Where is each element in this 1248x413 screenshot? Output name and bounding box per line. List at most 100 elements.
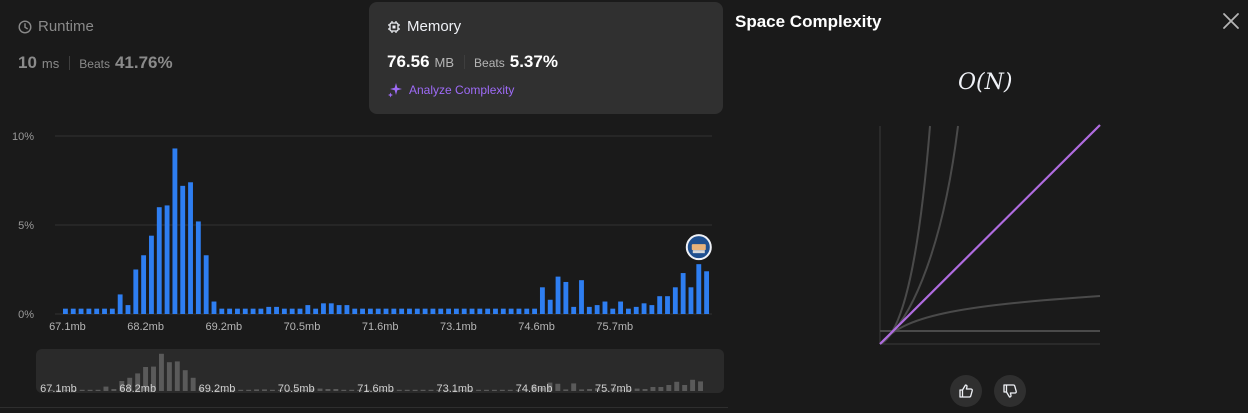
thumbs-up-icon xyxy=(959,384,973,398)
x-tick-label: 69.2mb xyxy=(205,321,242,333)
bar xyxy=(665,296,670,314)
runtime-card[interactable]: Runtime 10 ms Beats 41.76% xyxy=(18,18,173,73)
brush-bar xyxy=(484,389,489,391)
brush-bar xyxy=(682,385,688,391)
chart-svg: 0% 5% 10% 67.1mb 68.2mb 69.2mb 70.5mb 71.6mb 73.… xyxy=(12,131,712,333)
thumbs-down-button[interactable] xyxy=(994,375,1026,407)
divider xyxy=(0,407,728,408)
brush-bar xyxy=(499,389,505,391)
close-button[interactable] xyxy=(1220,10,1242,32)
bar xyxy=(360,308,365,314)
bar xyxy=(594,305,600,314)
brush-bar xyxy=(579,389,585,391)
bar xyxy=(375,308,381,314)
thumbs-down-icon xyxy=(1003,384,1017,398)
bar xyxy=(633,306,639,314)
bar xyxy=(547,299,553,314)
bar xyxy=(211,301,217,314)
bar xyxy=(524,308,530,314)
brush-bar xyxy=(79,389,85,391)
bar xyxy=(63,308,68,314)
exponential-curve xyxy=(879,125,931,345)
brush-bar xyxy=(666,385,672,391)
brush-tick-label: 74.6mb xyxy=(516,383,553,393)
brush-bar xyxy=(341,389,347,391)
bar xyxy=(641,303,647,314)
bar xyxy=(618,301,624,314)
brush-bar xyxy=(87,389,93,391)
bar xyxy=(539,287,545,314)
chart-range-brush[interactable]: 67.1mb 68.2mb 69.2mb 70.5mb 71.6mb 73.1mb 74.6… xyxy=(36,349,724,395)
bar xyxy=(508,308,514,314)
bar xyxy=(94,308,100,314)
memory-header: Memory xyxy=(387,18,558,35)
brush-bar xyxy=(333,389,339,391)
big-o-notation: O(N) xyxy=(958,70,1013,95)
bar xyxy=(391,308,397,314)
brush-bar xyxy=(555,383,561,391)
brush-bar xyxy=(103,386,109,391)
bar xyxy=(102,308,107,314)
bar xyxy=(313,308,319,314)
memory-unit: MB xyxy=(434,55,455,70)
memory-value: 76.56 xyxy=(387,52,430,71)
bar xyxy=(219,308,225,314)
runtime-unit: ms xyxy=(41,56,60,71)
brush-bar xyxy=(254,389,260,391)
analyze-complexity-link[interactable]: Analyze Complexity xyxy=(387,82,558,98)
chip-icon xyxy=(388,20,400,33)
bar xyxy=(461,308,467,314)
space-complexity-panel: Space Complexity O(N) xyxy=(728,0,1248,413)
sparkle-icon xyxy=(388,83,402,98)
brush-tick-label: 69.2mb xyxy=(199,383,236,393)
brush-bar xyxy=(174,361,180,391)
bar xyxy=(242,308,248,314)
results-panel: Runtime 10 ms Beats 41.76% Memory 76.56 … xyxy=(0,0,728,413)
bar xyxy=(602,301,608,314)
brush-bar xyxy=(349,389,355,391)
bar xyxy=(141,255,147,314)
brush-bar xyxy=(182,370,188,391)
bar xyxy=(571,306,577,314)
bar xyxy=(563,281,569,314)
x-tick-label: 73.1mb xyxy=(440,321,477,333)
runtime-beats-value: 41.76% xyxy=(114,53,173,72)
divider xyxy=(69,56,71,70)
bar xyxy=(469,308,475,314)
bar xyxy=(383,308,389,314)
close-icon xyxy=(1223,13,1239,29)
runtime-beats-label: Beats xyxy=(79,57,110,71)
bar xyxy=(657,296,663,314)
clock-icon xyxy=(18,19,32,34)
brush-tick-label: 67.1mb xyxy=(40,383,77,393)
brush-bar xyxy=(476,389,482,391)
bar xyxy=(438,308,444,314)
memory-stats: 76.56 MB Beats 5.37% xyxy=(387,52,558,72)
brush-bar xyxy=(587,389,592,391)
brush-bar xyxy=(634,388,640,391)
thumbs-up-button[interactable] xyxy=(950,375,982,407)
bar xyxy=(399,308,405,314)
brush-bar xyxy=(563,389,569,391)
brush-bar xyxy=(262,389,267,391)
bar xyxy=(453,308,459,314)
brush-bar xyxy=(674,381,680,391)
memory-beats-value: 5.37% xyxy=(509,52,558,71)
bar xyxy=(500,308,506,314)
brush-svg: 67.1mb 68.2mb 69.2mb 70.5mb 71.6mb 73.1mb 74.6… xyxy=(40,353,703,395)
brush-bar xyxy=(690,379,696,391)
brush-bar xyxy=(571,383,577,391)
bar xyxy=(70,308,76,314)
space-complexity-title: Space Complexity xyxy=(735,12,882,31)
complexity-curves-graph xyxy=(879,124,1101,345)
bar xyxy=(688,287,694,314)
bar xyxy=(579,280,584,314)
runtime-stats: 10 ms Beats 41.76% xyxy=(18,53,173,73)
brush-bar xyxy=(158,353,164,391)
memory-beats-label: Beats xyxy=(474,56,505,70)
runtime-header: Runtime xyxy=(18,18,173,35)
bar xyxy=(407,308,412,314)
memory-card[interactable]: Memory 76.56 MB Beats 5.37% Analyze Comp… xyxy=(369,2,723,114)
brush-bar xyxy=(507,389,513,391)
bar xyxy=(172,148,178,314)
